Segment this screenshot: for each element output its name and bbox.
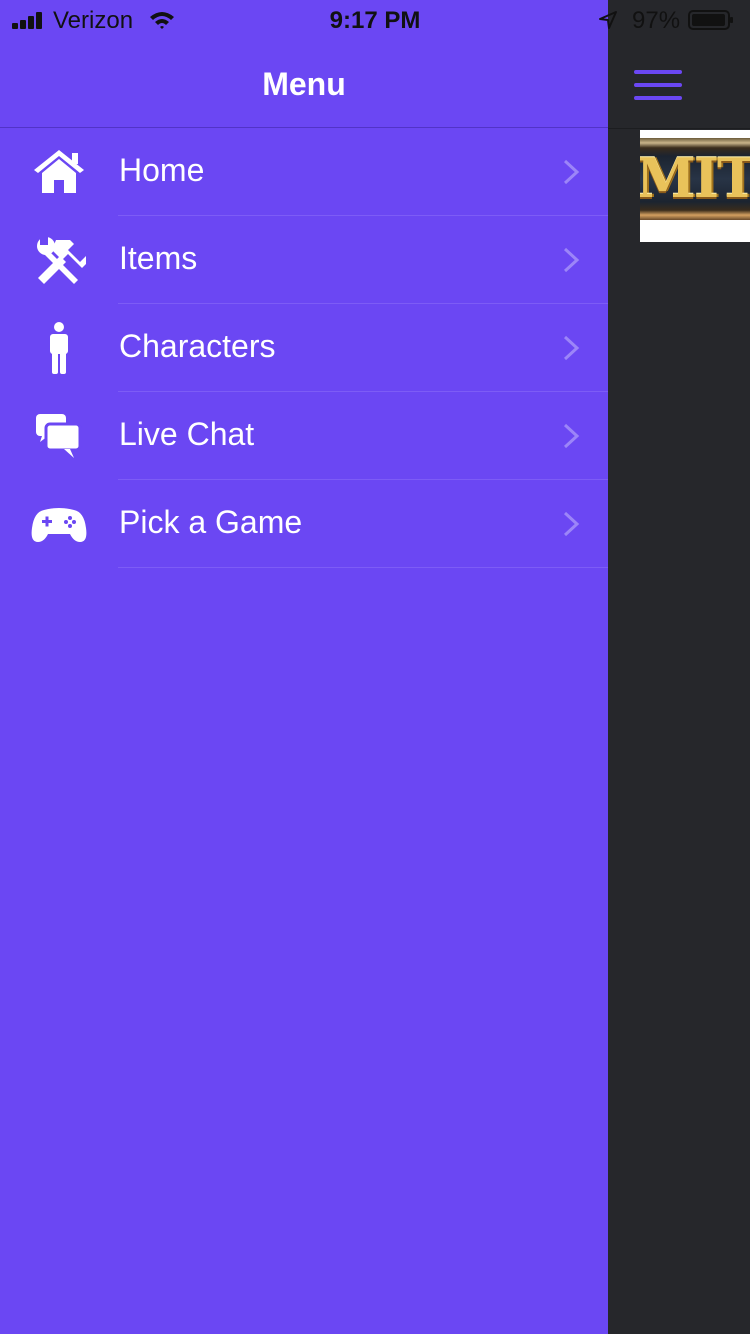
tools-icon [37, 237, 86, 284]
menu-item-label: Pick a Game [119, 504, 303, 540]
drawer-menu: Home Items Characters Live Chat Pick a G… [0, 128, 608, 568]
chat-bubbles-icon [36, 414, 82, 458]
chevron-right-icon [563, 159, 580, 185]
menu-item-label: Home [119, 152, 205, 188]
gamepad-icon [31, 508, 87, 542]
chevron-right-icon [563, 247, 580, 273]
menu-item-label: Live Chat [119, 416, 255, 452]
menu-item-characters[interactable]: Characters [0, 304, 608, 392]
battery-percentage: 97% [632, 7, 681, 34]
row-divider [118, 567, 608, 568]
drawer-header: Menu [0, 40, 608, 128]
menu-item-pick-a-game[interactable]: Pick a Game [0, 480, 608, 568]
menu-item-label: Characters [119, 328, 276, 364]
chevron-right-icon [563, 511, 580, 537]
menu-item-home[interactable]: Home [0, 128, 608, 216]
chevron-right-icon [563, 423, 580, 449]
home-icon [34, 150, 84, 193]
person-icon [50, 322, 68, 374]
game-banner-image[interactable]: MIT [640, 130, 750, 242]
drawer-title: Menu [262, 66, 346, 102]
status-bar: Verizon 9:17 PM 97% [0, 0, 750, 40]
battery-icon [688, 10, 733, 30]
location-arrow-icon [599, 11, 617, 29]
chevron-right-icon [563, 335, 580, 361]
menu-item-items[interactable]: Items [0, 216, 608, 304]
menu-item-live-chat[interactable]: Live Chat [0, 392, 608, 480]
side-drawer: Menu Home Items Characters Live Chat Pic… [0, 0, 608, 1334]
hamburger-menu-icon[interactable] [634, 70, 682, 100]
menu-item-label: Items [119, 240, 198, 276]
banner-logo-text: MIT [640, 146, 750, 210]
main-content-panel: MIT [608, 0, 750, 1334]
